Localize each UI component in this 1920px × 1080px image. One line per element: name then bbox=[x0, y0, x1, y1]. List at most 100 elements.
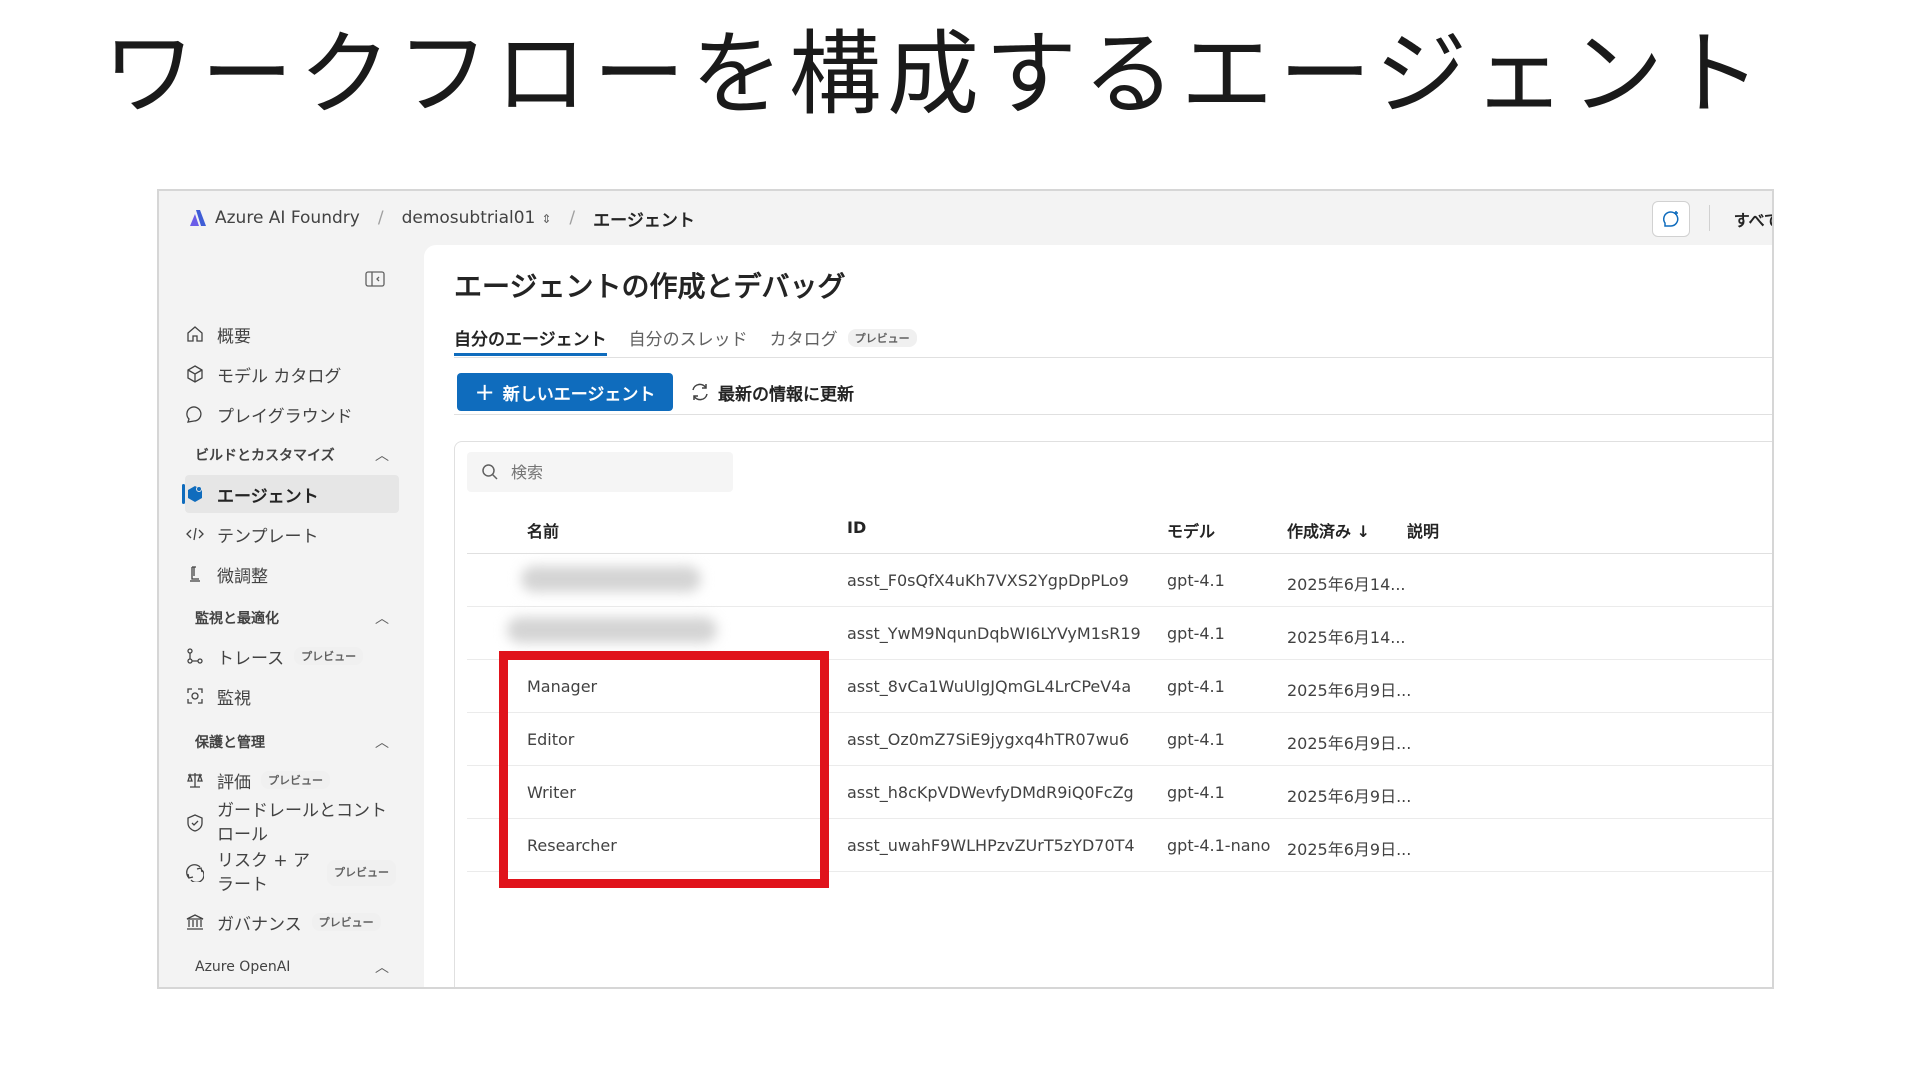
sidebar-item-label: モデル カタログ bbox=[217, 366, 342, 387]
tab-label: 自分のスレッド bbox=[628, 330, 748, 350]
agent-model: gpt-4.1 bbox=[1167, 571, 1225, 590]
agent-model: gpt-4.1 bbox=[1167, 624, 1225, 643]
bank-icon bbox=[185, 912, 205, 932]
search-box[interactable] bbox=[467, 452, 733, 492]
chevron-up-icon: ︿ bbox=[375, 735, 389, 751]
sidebar-item-overview[interactable]: 概要 bbox=[185, 315, 399, 353]
agent-id: asst_8vCa1WuUlgJQmGL4LrCPeV4a bbox=[847, 677, 1132, 696]
breadcrumb-page: エージェント bbox=[593, 210, 695, 231]
chevron-up-icon: ︿ bbox=[375, 448, 389, 464]
chevron-up-icon: ︿ bbox=[375, 611, 389, 627]
topbar-divider bbox=[1709, 205, 1710, 231]
agent-created: 2025年6月14... bbox=[1287, 575, 1406, 594]
label-line: ロール bbox=[217, 825, 268, 845]
column-header-description[interactable]: 説明 bbox=[1407, 518, 1439, 542]
section-label: 監視と最適化 bbox=[195, 611, 279, 627]
shield-icon bbox=[185, 813, 205, 833]
sidebar-item-label: 監視 bbox=[217, 688, 251, 709]
tab-label: 自分のエージェント bbox=[454, 330, 607, 350]
chevron-up-icon: ︿ bbox=[375, 960, 389, 976]
all-resources-link[interactable]: すべて bbox=[1734, 207, 1772, 231]
toolbar: + 新しいエージェント 最新の情報に更新 bbox=[454, 371, 1772, 415]
sidebar-collapse-icon[interactable] bbox=[365, 271, 385, 287]
sidebar-item-monitoring[interactable]: 監視 bbox=[185, 677, 399, 715]
sidebar-item-evaluation[interactable]: 評価 プレビュー bbox=[185, 761, 399, 799]
plus-icon: + bbox=[474, 378, 495, 406]
tab-my-agents[interactable]: 自分のエージェント bbox=[454, 325, 607, 356]
column-header-id[interactable]: ID bbox=[847, 518, 866, 537]
agent-model: gpt-4.1 bbox=[1167, 677, 1225, 696]
sidebar-item-label: ガードレールとコント ロール bbox=[217, 799, 387, 847]
table-row[interactable]: asst_F0sQfX4uKh7VXS2YgpDpPLo9 gpt-4.1 20… bbox=[467, 554, 1772, 607]
page-title: エージェントの作成とデバッグ bbox=[454, 270, 846, 303]
sidebar-item-label: エージェント bbox=[217, 486, 319, 507]
sidebar-item-label: テンプレート bbox=[217, 526, 319, 547]
label-line: リスク + ア bbox=[217, 851, 311, 871]
section-protect-manage[interactable]: 保護と管理 ︿ bbox=[195, 732, 389, 752]
agent-icon bbox=[185, 484, 205, 504]
sidebar-item-risks-alerts[interactable]: リスク + アラート プレビュー bbox=[185, 847, 399, 899]
sidebar-item-tracing[interactable]: トレース プレビュー bbox=[185, 637, 399, 675]
trace-icon bbox=[185, 646, 205, 666]
sidebar-item-playground[interactable]: プレイグラウンド bbox=[185, 395, 399, 433]
section-label: Azure OpenAI bbox=[195, 959, 291, 975]
column-header-model[interactable]: モデル bbox=[1167, 518, 1215, 542]
section-azure-openai[interactable]: Azure OpenAI ︿ bbox=[195, 957, 389, 977]
breadcrumb-project-label: demosubtrial01 bbox=[401, 208, 536, 228]
app-screenshot: Azure AI Foundry / demosubtrial01 ⇕ / エージ… bbox=[157, 189, 1774, 989]
top-bar: Azure AI Foundry / demosubtrial01 ⇕ / エージ… bbox=[159, 191, 1772, 245]
copilot-icon bbox=[1663, 211, 1679, 227]
refresh-icon bbox=[692, 383, 708, 401]
search-input[interactable] bbox=[511, 462, 711, 482]
sidebar-item-templates[interactable]: テンプレート bbox=[185, 515, 399, 553]
sidebar-item-label: 概要 bbox=[217, 326, 251, 347]
refresh-button[interactable]: 最新の情報に更新 bbox=[690, 373, 854, 411]
agent-created: 2025年6月9日... bbox=[1287, 787, 1412, 806]
section-build-customize[interactable]: ビルドとカスタマイズ ︿ bbox=[195, 445, 389, 465]
scale-icon bbox=[185, 770, 205, 790]
tab-divider bbox=[454, 357, 1772, 358]
tab-bar: 自分のエージェント 自分のスレッド カタログ プレビュー bbox=[454, 325, 939, 356]
sidebar-item-guardrails[interactable]: ガードレールとコント ロール bbox=[185, 797, 399, 849]
home-icon bbox=[185, 324, 205, 344]
sidebar-item-label: トレース bbox=[217, 648, 285, 669]
agent-id: asst_uwahF9WLHPzvZUrT5zYD70T4 bbox=[847, 836, 1135, 855]
agent-created: 2025年6月14... bbox=[1287, 628, 1406, 647]
highlight-box bbox=[499, 651, 829, 888]
chat-icon bbox=[185, 404, 205, 424]
risk-icon bbox=[185, 863, 205, 883]
section-label: 保護と管理 bbox=[195, 735, 265, 751]
preview-badge: プレビュー bbox=[261, 771, 330, 789]
preview-badge: プレビュー bbox=[311, 913, 381, 931]
breadcrumb-brand[interactable]: Azure AI Foundry bbox=[215, 208, 360, 228]
sidebar-item-fine-tuning[interactable]: 微調整 bbox=[185, 555, 399, 593]
new-agent-button[interactable]: + 新しいエージェント bbox=[457, 373, 673, 411]
agent-created: 2025年6月9日... bbox=[1287, 734, 1412, 753]
chevron-updown-icon: ⇕ bbox=[541, 212, 552, 226]
agent-model: gpt-4.1-nano bbox=[1167, 836, 1271, 855]
tab-catalog[interactable]: カタログ プレビュー bbox=[770, 325, 917, 356]
column-header-created[interactable]: 作成済み ↓ bbox=[1287, 518, 1370, 542]
agent-id: asst_Oz0mZ7SiE9jygxq4hTR07wu6 bbox=[847, 730, 1130, 749]
section-label: ビルドとカスタマイズ bbox=[195, 448, 335, 464]
sidebar-item-agents[interactable]: エージェント bbox=[182, 475, 399, 513]
preview-badge: プレビュー bbox=[327, 860, 396, 886]
breadcrumb-separator: / bbox=[569, 208, 576, 228]
agent-id: asst_F0sQfX4uKh7VXS2YgpDpPLo9 bbox=[847, 571, 1129, 590]
breadcrumb-project[interactable]: demosubtrial01 ⇕ bbox=[402, 208, 552, 228]
agent-id: asst_YwM9NqunDqbWI6LYVyM1sR19 bbox=[847, 624, 1141, 643]
label-line: ラート bbox=[217, 875, 268, 895]
tab-my-threads[interactable]: 自分のスレッド bbox=[629, 325, 748, 356]
sidebar-item-label: 評価 bbox=[217, 772, 251, 793]
agent-created: 2025年6月9日... bbox=[1287, 681, 1412, 700]
sidebar-item-governance[interactable]: ガバナンス プレビュー bbox=[185, 903, 399, 941]
sidebar-item-model-catalog[interactable]: モデル カタログ bbox=[185, 355, 399, 393]
flask-icon bbox=[185, 564, 205, 584]
preview-badge: プレビュー bbox=[847, 328, 917, 347]
slide-title: ワークフローを構成するエージェント bbox=[103, 21, 1768, 128]
copilot-button[interactable] bbox=[1652, 201, 1690, 237]
column-header-name[interactable]: 名前 bbox=[527, 518, 559, 542]
section-monitor-optimize[interactable]: 監視と最適化 ︿ bbox=[195, 608, 389, 628]
label-line: ガードレールとコント bbox=[217, 801, 387, 821]
cube-icon bbox=[185, 364, 205, 384]
